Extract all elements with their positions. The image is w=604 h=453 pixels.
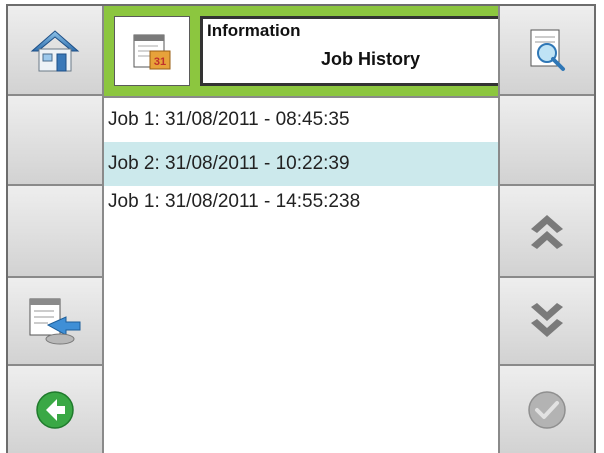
section-title: Information [207,21,301,40]
right-button-column [498,6,594,453]
confirm-check-icon [528,390,566,429]
scroll-up-icon [531,215,563,249]
svg-text:31: 31 [154,56,166,68]
back-arrow-icon [36,390,74,429]
scroll-down-button[interactable] [500,278,594,366]
job-history-list: Job 1: 31/08/2011 - 08:45:35 Job 2: 31/0… [104,98,522,220]
calendar-button[interactable]: 31 [114,16,190,86]
export-button[interactable] [8,278,102,366]
list-item[interactable]: Job 1: 31/08/2011 - 08:45:35 [104,98,522,142]
home-icon [30,30,80,72]
home-button[interactable] [8,6,102,96]
back-button[interactable] [8,366,102,453]
header-bar: 31 Information Job History [104,6,522,98]
scroll-up-button[interactable] [500,186,594,278]
page-title: Job History [320,49,420,69]
calendar-icon: 31 [133,34,171,70]
left-button-column [8,6,104,453]
job-history-screen: 31 Information Job History Job 1: 31/08/… [6,4,596,453]
left-blank-button-2 [8,186,102,278]
list-item-selected[interactable]: Job 2: 31/08/2011 - 10:22:39 [104,142,522,186]
document-search-button[interactable] [500,6,594,96]
left-blank-button-1 [8,96,102,186]
title-box: Information Job History [200,16,508,86]
scroll-down-icon [531,303,563,337]
list-item[interactable]: Job 1: 31/08/2011 - 14:55:238 [104,186,522,220]
document-search-icon [530,29,565,71]
right-blank-button [500,96,594,186]
confirm-button[interactable] [500,366,594,453]
export-icon [29,298,81,345]
